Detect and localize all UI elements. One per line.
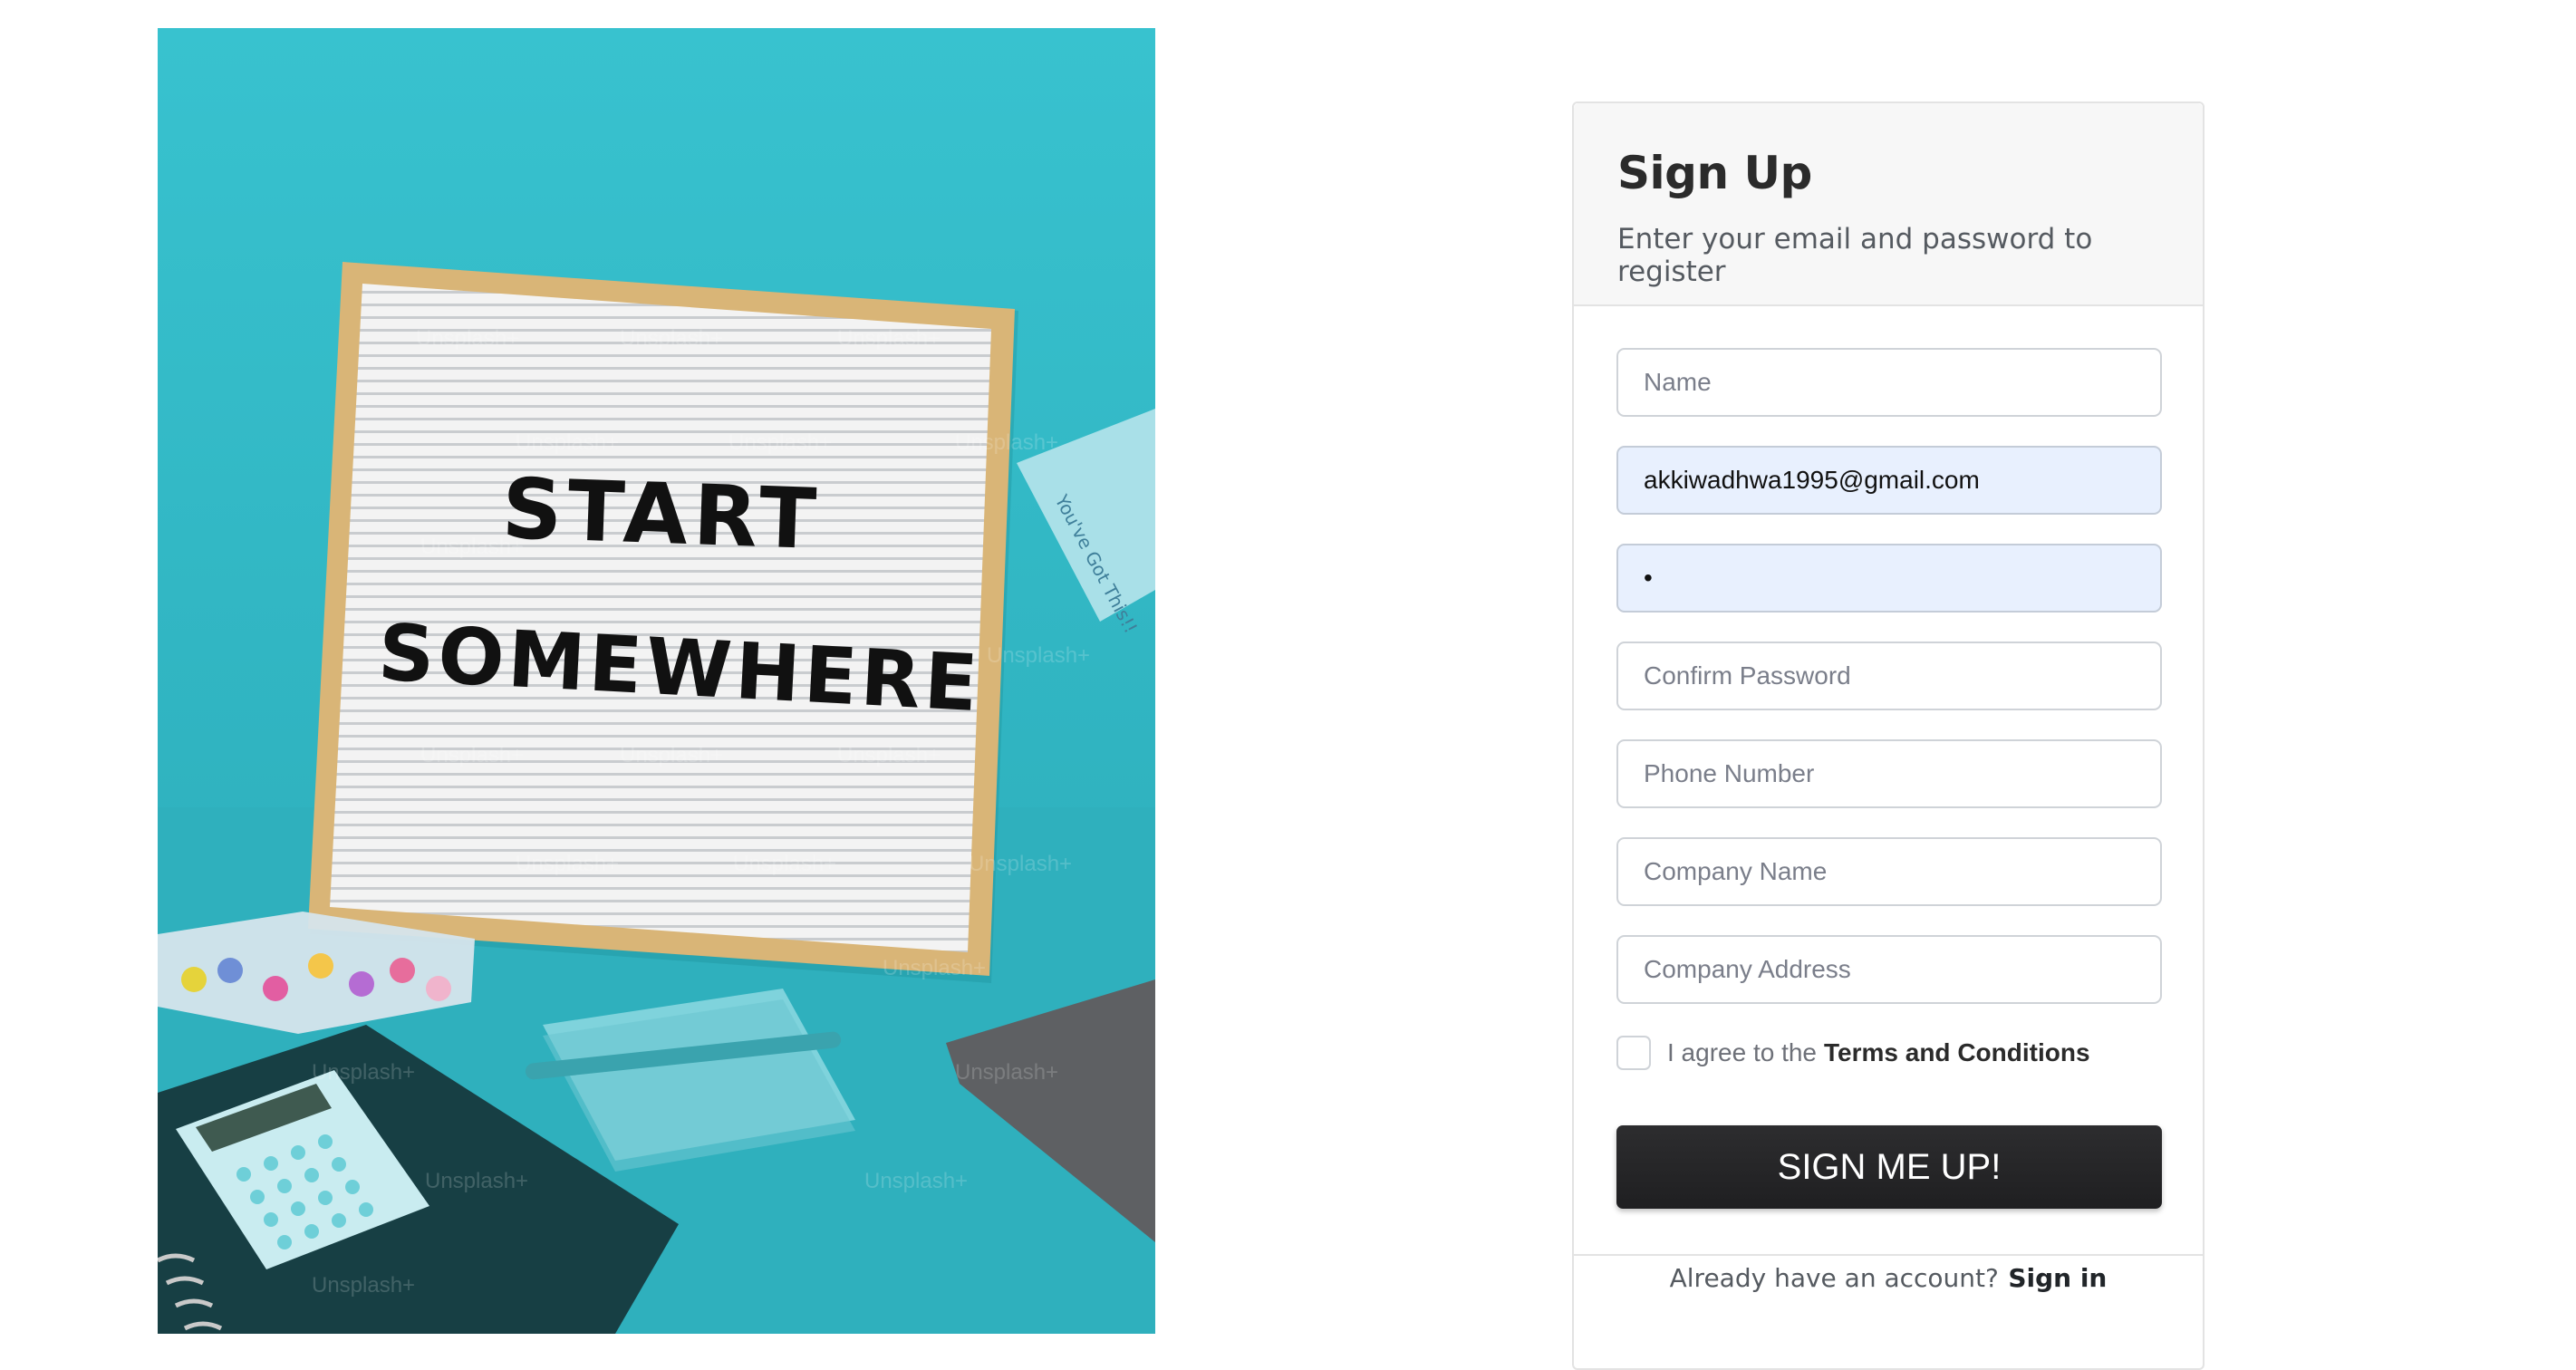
svg-text:Unsplash+: Unsplash+ bbox=[987, 643, 1090, 668]
svg-text:Unsplash+: Unsplash+ bbox=[955, 430, 1058, 455]
terms-checkbox[interactable] bbox=[1616, 1036, 1651, 1070]
hero-illustration: START SOMEWHERE You've Got This!! Unspla… bbox=[158, 28, 1155, 1334]
phone-number-input[interactable] bbox=[1616, 739, 2162, 808]
sign-me-up-button[interactable]: SIGN ME UP! bbox=[1616, 1125, 2162, 1209]
terms-label: I agree to the bbox=[1667, 1038, 1818, 1066]
svg-text:Unsplash+: Unsplash+ bbox=[516, 852, 619, 876]
svg-text:Unsplash+: Unsplash+ bbox=[420, 535, 524, 559]
signup-card: Sign Up Enter your email and password to… bbox=[1572, 101, 2205, 1370]
signup-subtitle: Enter your email and password to registe… bbox=[1617, 223, 2093, 288]
sign-in-prompt: Already have an account? bbox=[1669, 1263, 1999, 1293]
svg-text:Unsplash+: Unsplash+ bbox=[620, 743, 723, 767]
terms-and-conditions-link[interactable]: Terms and Conditions bbox=[1824, 1038, 2090, 1067]
svg-text:Unsplash+: Unsplash+ bbox=[728, 430, 832, 455]
terms-row: I agree to the Terms and Conditions bbox=[1616, 1033, 2160, 1073]
svg-text:Unsplash+: Unsplash+ bbox=[955, 1060, 1058, 1085]
svg-text:Unsplash+: Unsplash+ bbox=[312, 1273, 415, 1298]
svg-text:Unsplash+: Unsplash+ bbox=[420, 743, 524, 767]
password-input[interactable] bbox=[1616, 544, 2162, 613]
svg-text:Unsplash+: Unsplash+ bbox=[864, 1169, 968, 1193]
svg-text:Unsplash+: Unsplash+ bbox=[969, 852, 1072, 876]
email-input[interactable] bbox=[1616, 446, 2162, 515]
company-name-input[interactable] bbox=[1616, 837, 2162, 906]
signup-card-footer: Already have an account? Sign in bbox=[1574, 1254, 2203, 1293]
svg-text:Unsplash+: Unsplash+ bbox=[733, 852, 836, 876]
svg-text:Unsplash+: Unsplash+ bbox=[883, 956, 986, 980]
company-address-input[interactable] bbox=[1616, 935, 2162, 1004]
svg-text:Unsplash+: Unsplash+ bbox=[620, 326, 723, 351]
svg-text:Unsplash+: Unsplash+ bbox=[837, 743, 941, 767]
svg-text:Unsplash+: Unsplash+ bbox=[312, 1060, 415, 1085]
confirm-password-input[interactable] bbox=[1616, 642, 2162, 710]
signup-form: I agree to the Terms and Conditions SIGN… bbox=[1574, 306, 2203, 1209]
name-input[interactable] bbox=[1616, 348, 2162, 417]
signup-title: Sign Up bbox=[1617, 147, 1812, 199]
board-line-1: START bbox=[500, 460, 823, 568]
svg-text:Unsplash+: Unsplash+ bbox=[837, 326, 941, 351]
svg-text:Unsplash+: Unsplash+ bbox=[416, 326, 519, 351]
svg-text:Unsplash+: Unsplash+ bbox=[425, 1169, 528, 1193]
signup-card-header: Sign Up Enter your email and password to… bbox=[1574, 103, 2203, 306]
hero-image: START SOMEWHERE You've Got This!! Unspla… bbox=[158, 28, 1155, 1334]
svg-text:Unsplash+: Unsplash+ bbox=[516, 430, 619, 455]
letter-board: START SOMEWHERE bbox=[308, 262, 1018, 983]
sign-in-link[interactable]: Sign in bbox=[2008, 1263, 2107, 1293]
